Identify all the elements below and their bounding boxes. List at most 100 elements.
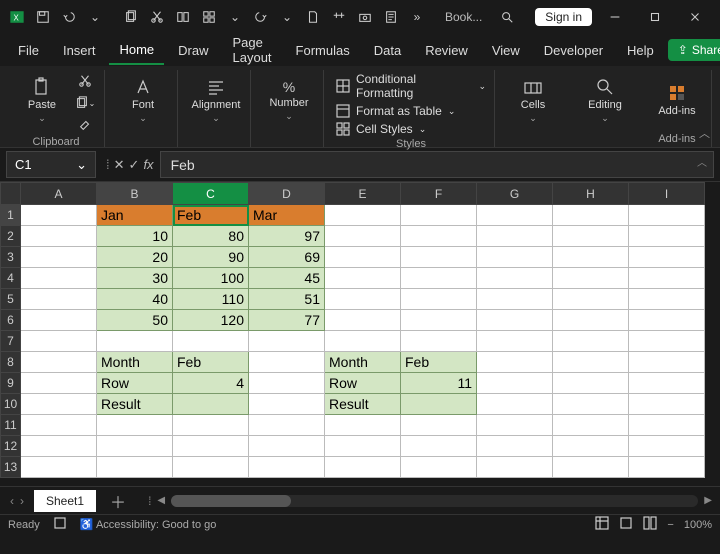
redo-icon[interactable] [250, 6, 272, 28]
paste-button[interactable]: Paste ⌄ [16, 72, 68, 128]
name-box[interactable]: C1 ⌄ [6, 151, 96, 178]
col-header[interactable]: G [477, 183, 553, 205]
prev-sheet-icon[interactable]: ‹ [10, 494, 14, 508]
addins-label: Add-ins [658, 133, 695, 145]
formula-bar[interactable]: Feb ︿ [160, 151, 714, 178]
row-header[interactable]: 8 [1, 352, 21, 373]
add-sheet-button[interactable]: ＋ [96, 489, 140, 513]
view-pagebreak-icon[interactable] [643, 516, 657, 533]
expand-formula-icon[interactable]: ︿ [697, 154, 707, 169]
clipboard-label: Clipboard [32, 136, 79, 148]
tab-view[interactable]: View [482, 37, 530, 64]
row-header[interactable]: 10 [1, 394, 21, 415]
row-header[interactable]: 3 [1, 247, 21, 268]
camera-icon[interactable] [354, 6, 376, 28]
cell-styles-button[interactable]: Cell Styles⌄ [336, 122, 486, 136]
ribbon-tabs: File Insert Home Draw Page Layout Formul… [0, 34, 720, 66]
row-header[interactable]: 7 [1, 331, 21, 352]
tab-review[interactable]: Review [415, 37, 478, 64]
row-header[interactable]: 4 [1, 268, 21, 289]
cancel-formula-icon[interactable]: ✕ [114, 157, 125, 173]
tab-help[interactable]: Help [617, 37, 664, 64]
collapse-ribbon-icon[interactable]: ︿ [699, 125, 710, 141]
redo-dropdown[interactable]: ⌄ [276, 6, 298, 28]
minimize-button[interactable] [596, 3, 634, 31]
tab-file[interactable]: File [8, 37, 49, 64]
alignment-button[interactable]: Alignment ⌄ [190, 72, 242, 128]
view-pagelayout-icon[interactable] [619, 516, 633, 533]
spreadsheet-grid[interactable]: A B C D E F G H I 1JanFebMar 2108097 320… [0, 182, 705, 478]
chevron-down-icon[interactable]: ⌄ [76, 157, 87, 173]
fx-icon[interactable]: fx [143, 157, 153, 172]
formatpainter-icon[interactable] [74, 116, 96, 134]
col-header[interactable]: D [249, 183, 325, 205]
tab-insert[interactable]: Insert [53, 37, 106, 64]
row-header[interactable]: 11 [1, 415, 21, 436]
accessibility-status[interactable]: ♿ Accessibility: Good to go [80, 518, 217, 531]
form-icon[interactable] [380, 6, 402, 28]
scroll-left-icon[interactable]: ◀ [157, 495, 165, 506]
tab-home[interactable]: Home [109, 36, 164, 65]
row-header[interactable]: 6 [1, 310, 21, 331]
row-header[interactable]: 5 [1, 289, 21, 310]
col-header[interactable]: A [21, 183, 97, 205]
col-header[interactable]: E [325, 183, 401, 205]
row-header[interactable]: 2 [1, 226, 21, 247]
search-icon[interactable] [496, 6, 518, 28]
col-header[interactable]: H [553, 183, 629, 205]
close-button[interactable] [676, 3, 714, 31]
cut-mini-icon[interactable] [74, 72, 96, 90]
copy-mini-icon[interactable]: ⌄ [74, 94, 96, 112]
qat-dropdown[interactable]: ⌄ [224, 6, 246, 28]
group-clipboard: Paste ⌄ ⌄ Clipboard [8, 70, 105, 147]
col-header[interactable]: I [629, 183, 705, 205]
zoom-level[interactable]: 100% [684, 519, 712, 531]
share-button[interactable]: ⇪Share⌄ [668, 39, 720, 61]
scroll-right-icon[interactable]: ▶ [704, 495, 712, 506]
cut-icon[interactable] [146, 6, 168, 28]
formula-row: C1 ⌄ ⁞ ✕ ✓ fx Feb ︿ [0, 148, 720, 182]
h-scrollbar[interactable] [171, 495, 698, 507]
row-header[interactable]: 12 [1, 436, 21, 457]
macro-icon[interactable] [54, 517, 66, 532]
redo-dropdown-icon[interactable]: ⌄ [84, 6, 106, 28]
view-normal-icon[interactable] [595, 516, 609, 533]
save-icon[interactable] [32, 6, 54, 28]
row-header[interactable]: 13 [1, 457, 21, 478]
group-alignment: Alignment ⌄ [182, 70, 251, 147]
font-button[interactable]: Font ⌄ [117, 72, 169, 128]
col-header[interactable]: B [97, 183, 173, 205]
signin-button[interactable]: Sign in [535, 8, 592, 26]
touch-icon[interactable] [328, 6, 350, 28]
tab-draw[interactable]: Draw [168, 37, 218, 64]
tab-formulas[interactable]: Formulas [286, 37, 360, 64]
svg-text:X: X [14, 14, 20, 23]
col-header[interactable]: F [401, 183, 477, 205]
qat-icon-2[interactable] [198, 6, 220, 28]
number-button[interactable]: % Number ⌄ [263, 72, 315, 128]
col-header[interactable]: C [173, 183, 249, 205]
document-name[interactable]: Book... [445, 10, 482, 24]
tab-pagelayout[interactable]: Page Layout [223, 29, 282, 71]
undo-icon[interactable] [58, 6, 80, 28]
maximize-button[interactable] [636, 3, 674, 31]
status-bar: Ready ♿ Accessibility: Good to go − 100% [0, 514, 720, 534]
qat-icon-1[interactable] [172, 6, 194, 28]
copy-icon[interactable] [120, 6, 142, 28]
select-all-corner[interactable] [1, 183, 21, 205]
cells-button[interactable]: Cells ⌄ [507, 72, 559, 128]
sheet-tab[interactable]: Sheet1 [34, 490, 96, 512]
row-header[interactable]: 1 [1, 205, 21, 226]
tab-developer[interactable]: Developer [534, 37, 613, 64]
accept-formula-icon[interactable]: ✓ [129, 157, 140, 173]
conditional-formatting-button[interactable]: Conditional Formatting⌄ [336, 72, 486, 100]
addins-button[interactable]: Add-ins [651, 72, 703, 128]
tab-data[interactable]: Data [364, 37, 411, 64]
next-sheet-icon[interactable]: › [20, 494, 24, 508]
row-header[interactable]: 9 [1, 373, 21, 394]
newfile-icon[interactable] [302, 6, 324, 28]
editing-button[interactable]: Editing ⌄ [579, 72, 631, 128]
format-as-table-button[interactable]: Format as Table⌄ [336, 104, 486, 118]
overflow-icon[interactable]: » [406, 6, 428, 28]
zoom-out-icon[interactable]: − [667, 519, 673, 531]
